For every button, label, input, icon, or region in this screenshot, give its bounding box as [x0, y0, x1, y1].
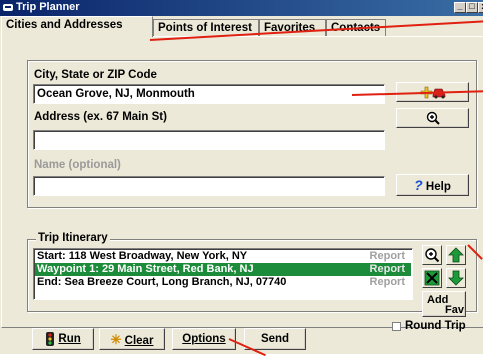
run-button-label: Run [58, 333, 81, 345]
send-button-label: Send [260, 333, 290, 345]
report-link[interactable]: Report [370, 250, 405, 263]
minimize-icon: _ [457, 1, 463, 11]
remove-stop-button[interactable] [422, 268, 442, 288]
minimize-button[interactable]: _ [454, 1, 466, 13]
report-link[interactable]: Report [370, 263, 405, 276]
eraser-icon: ✳ [110, 332, 122, 347]
move-down-button[interactable] [446, 268, 466, 288]
itinerary-item-text: End: Sea Breeze Court, Long Branch, NJ, … [37, 276, 287, 288]
close-button[interactable]: x [478, 1, 483, 13]
app-icon [3, 3, 13, 12]
clear-button[interactable]: ✳ Clear [99, 328, 165, 350]
help-button[interactable]: ? Help [396, 174, 469, 196]
trip-planner-window: Trip Planner _ □ x Cities and Addresses … [0, 0, 483, 356]
itinerary-title: Trip Itinerary [36, 232, 110, 244]
window-title: Trip Planner [16, 1, 80, 13]
round-trip-checkbox[interactable] [392, 322, 401, 331]
up-arrow-icon [447, 247, 465, 267]
send-button[interactable]: Send [244, 328, 306, 350]
help-button-label: Help [425, 181, 451, 193]
traffic-light-icon [45, 331, 58, 346]
round-trip-label: Round Trip [405, 320, 466, 332]
itinerary-row-end[interactable]: End: Sea Breeze Court, Long Branch, NJ, … [35, 276, 411, 289]
tab-cities-and-addresses[interactable]: Cities and Addresses [1, 16, 153, 37]
address-label: Address (ex. 67 Main St) [34, 111, 167, 123]
remove-x-icon [423, 270, 441, 290]
itinerary-row-start[interactable]: Start: 118 West Broadway, New York, NY R… [35, 250, 411, 263]
name-label: Name (optional) [34, 159, 121, 171]
itinerary-item-text: Waypoint 1: 29 Main Street, Red Bank, NJ [37, 263, 254, 275]
city-label: City, State or ZIP Code [34, 69, 157, 81]
maximize-button[interactable]: □ [466, 1, 478, 13]
zoom-icon [426, 111, 440, 125]
down-arrow-icon [447, 270, 465, 290]
move-up-button[interactable] [446, 245, 466, 265]
itinerary-list[interactable]: Start: 118 West Broadway, New York, NY R… [33, 248, 413, 300]
zoom-to-location-button[interactable] [396, 108, 469, 128]
tab-label: Cities and Addresses [6, 19, 123, 31]
title-bar[interactable]: Trip Planner _ □ x [0, 0, 483, 16]
options-button[interactable]: Options [172, 328, 236, 350]
maximize-icon: □ [469, 1, 475, 11]
zoom-icon [423, 248, 441, 267]
report-link[interactable]: Report [370, 276, 405, 289]
itinerary-item-text: Start: 118 West Broadway, New York, NY [37, 250, 248, 262]
zoom-itinerary-button[interactable] [422, 245, 442, 265]
close-icon: x [479, 1, 483, 11]
address-input[interactable] [33, 130, 385, 150]
city-state-zip-input[interactable]: Ocean Grove, NJ, Monmouth [33, 84, 385, 104]
tab-label: Points of Interest [158, 22, 252, 34]
help-question-icon: ? [414, 177, 423, 193]
clear-button-label: Clear [124, 335, 154, 347]
options-button-label: Options [182, 333, 226, 345]
itinerary-row-waypoint[interactable]: Waypoint 1: 29 Main Street, Red Bank, NJ… [35, 263, 411, 276]
add-fav-label-fav: Fav [445, 304, 464, 316]
add-favorite-button[interactable]: Add Fav [422, 291, 466, 317]
run-button[interactable]: Run [32, 328, 94, 350]
name-input[interactable] [33, 176, 385, 196]
